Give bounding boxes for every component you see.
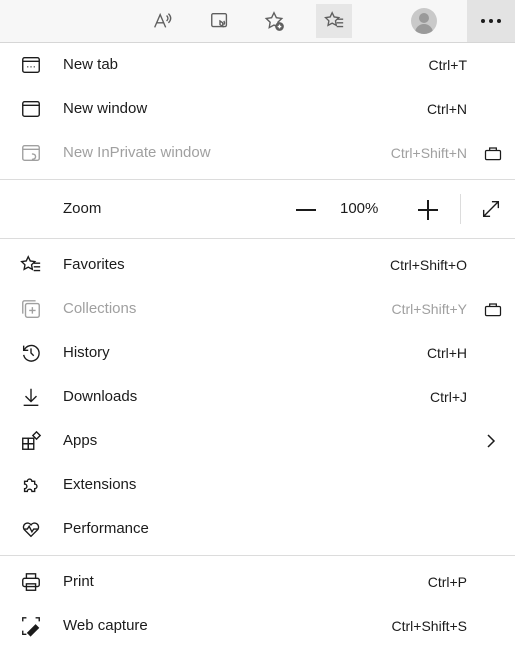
menu-item-label: New tab <box>63 56 119 73</box>
menu-item-shortcut: Ctrl+N <box>426 101 467 117</box>
menu-separator <box>0 238 515 239</box>
menu-item-shortcut: Ctrl+P <box>427 574 467 590</box>
download-icon <box>20 386 42 408</box>
menu-item-shortcut: Ctrl+J <box>430 389 467 405</box>
zoom-in-button[interactable] <box>416 198 440 222</box>
menu-item-collections[interactable]: Collections Ctrl+Shift+Y <box>0 287 515 331</box>
profile-avatar[interactable] <box>406 4 442 38</box>
menu-item-label: Web capture <box>63 617 148 634</box>
menu-item-extensions[interactable]: Extensions <box>0 463 515 507</box>
menu-item-shortcut: Ctrl+T <box>428 57 468 73</box>
favorites-icon <box>20 254 42 276</box>
web-capture-icon <box>20 615 42 637</box>
avatar <box>411 8 437 34</box>
menu-item-new-tab[interactable]: New tab Ctrl+T <box>0 43 515 87</box>
add-favorite-icon[interactable] <box>256 4 292 38</box>
menu-item-label: Performance <box>63 520 149 537</box>
history-icon <box>20 342 42 364</box>
menu-item-label: History <box>63 344 110 361</box>
chevron-right-icon <box>483 433 499 449</box>
favorites-icon[interactable] <box>316 4 352 38</box>
new-tab-icon <box>20 54 42 76</box>
menu-item-new-window[interactable]: New window Ctrl+N <box>0 87 515 131</box>
zoom-out-button[interactable] <box>294 198 318 222</box>
menu-separator <box>0 179 515 180</box>
menu-item-apps[interactable]: Apps <box>0 419 515 463</box>
menu-item-new-inprivate-window[interactable]: New InPrivate window Ctrl+Shift+N <box>0 131 515 175</box>
menu-item-shortcut: Ctrl+H <box>426 345 467 361</box>
menu-item-shortcut: Ctrl+Shift+O <box>389 257 467 273</box>
menu-item-zoom: Zoom 100% <box>0 184 515 234</box>
collections-icon <box>20 298 42 320</box>
menu-item-downloads[interactable]: Downloads Ctrl+J <box>0 375 515 419</box>
menu-item-label: Apps <box>63 432 98 449</box>
apps-icon <box>20 430 42 452</box>
menu-item-history[interactable]: History Ctrl+H <box>0 331 515 375</box>
menu-item-print[interactable]: Print Ctrl+P <box>0 560 515 604</box>
browser-toolbar <box>0 0 515 43</box>
menu-item-label: Print <box>63 573 94 590</box>
menu-item-shortcut: Ctrl+Shift+S <box>391 618 467 634</box>
menu-item-label: New InPrivate window <box>63 144 211 161</box>
extensions-icon <box>20 474 42 496</box>
menu-item-label: Downloads <box>63 388 138 405</box>
menu-item-web-capture[interactable]: Web capture Ctrl+Shift+S <box>0 604 515 648</box>
menu-item-label: Collections <box>63 300 137 317</box>
read-aloud-icon[interactable] <box>144 4 180 38</box>
new-window-icon <box>20 98 42 120</box>
settings-menu: New tab Ctrl+T New window Ctrl+N New InP… <box>0 43 515 648</box>
inprivate-icon <box>20 142 42 164</box>
menu-item-label: Extensions <box>63 476 137 493</box>
menu-item-shortcut: Ctrl+Shift+N <box>390 145 467 161</box>
zoom-label: Zoom <box>63 200 102 217</box>
print-icon <box>20 571 42 593</box>
zoom-level: 100% <box>340 200 379 217</box>
menu-item-favorites[interactable]: Favorites Ctrl+Shift+O <box>0 243 515 287</box>
menu-item-shortcut: Ctrl+Shift+Y <box>391 301 467 317</box>
more-icon <box>481 19 485 23</box>
performance-icon <box>20 518 42 540</box>
menu-item-label: Favorites <box>63 256 125 273</box>
immersive-reader-icon[interactable] <box>202 4 238 38</box>
menu-separator <box>0 555 515 556</box>
managed-by-organization-icon <box>483 143 503 163</box>
fullscreen-icon[interactable] <box>480 198 502 220</box>
managed-by-organization-icon <box>483 299 503 319</box>
menu-item-performance[interactable]: Performance <box>0 507 515 551</box>
menu-item-label: New window <box>63 100 148 117</box>
more-options-button[interactable] <box>467 0 515 42</box>
zoom-divider <box>460 194 461 224</box>
